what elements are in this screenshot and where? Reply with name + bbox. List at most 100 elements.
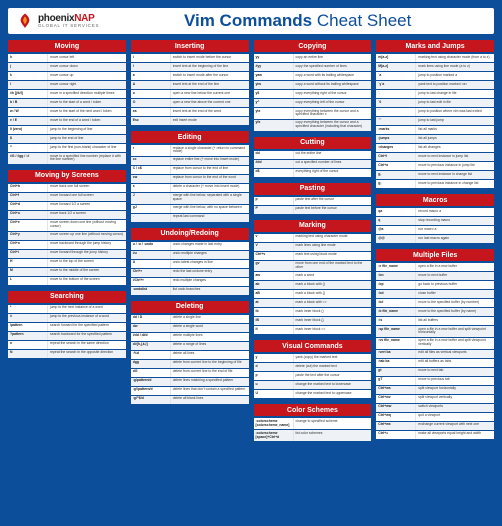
table-row: Vmark lines using line mode [254,243,372,251]
command-key: gJ [131,205,171,213]
phoenix-icon [16,12,34,30]
section-heading: Moving [8,40,126,52]
command-key: Ctrl+wq [376,413,416,421]
command-desc: mark a block with {} [294,290,372,298]
table-row: yiwcopy a word without its trailing whit… [254,81,372,89]
command-key: dw [131,324,171,332]
section: Editingrreplace a single character (+ re… [131,131,249,223]
command-key: `y`a [376,81,416,89]
table-row: #yycopy the specified number of lines [254,63,372,71]
command-desc: list all changes [416,144,494,152]
table-row: :g/pattern/ddelete lines matching a spec… [131,378,249,386]
table-row: Ctrl+vmark text using block mode [254,252,372,260]
table-row: @arun macro a [376,226,494,234]
command-key: #yy [254,63,294,71]
command-key: :bd [376,290,416,298]
command-key: s [131,184,171,192]
section: Searching*jump to the next instance of a… [8,291,126,359]
command-key: /pattern [8,323,48,331]
command-desc: switch to insert mode after the cursor [171,72,249,80]
command-key: at [254,299,294,307]
command-key: yaw [254,72,294,80]
table-row: Nrepeat the search in the opposite direc… [8,350,126,358]
table-row: :g/^$/ddelete all blank lines [131,396,249,404]
command-key: Ctrl+ws [376,386,416,394]
command-desc: cut the entire line [294,151,372,159]
section-heading: Color Schemes [254,404,372,416]
command-key: :tab ba [376,359,416,367]
table-row: #jump to the previous instance of a word [8,314,126,322]
command-desc: open a new line below the current one [171,90,249,98]
command-desc: list all buffers [416,317,494,325]
section: Color Schemes:colorscheme [colorscheme_n… [254,404,372,442]
table-row: Escexit insert mode [131,117,249,125]
command-desc: move to the start of a word / token [48,99,126,107]
command-desc: move to previous instance in jump list [416,162,494,170]
table-row: Uchange the marked text to uppercase [254,390,372,398]
command-desc: list all jumps [416,135,494,143]
table-row: ytxcopy everything between the cursor an… [254,108,372,119]
command-key: Ctrl+r [131,269,171,277]
section-heading: Inserting [131,40,249,52]
command-key: it [254,326,294,334]
table-row: :e file_nameopen a file in a new buffer [376,263,494,271]
command-desc: delete a single word [171,324,249,332]
command-key: m[a-z] [376,54,416,62]
command-desc: open a file in a new buffer [416,263,494,271]
table-row: Ctrl+wqquit a viewport [376,413,494,421]
table-row: /patternsearch forward for the specified… [8,323,126,331]
table-row: m[a-z]marking text using character mode … [376,54,494,62]
command-key: Esc [131,117,171,125]
command-desc: copy an entire line [294,54,372,62]
table-row: Ctrl+bmove back one full screen [8,184,126,192]
command-key: l [8,81,48,89]
table-row: gJmerge with line below, with no space b… [131,205,249,213]
command-desc: move forward 1/2 a screen [48,202,126,210]
command-desc: mark text using block mode [294,252,372,260]
command-key: :vs file_name [376,338,416,349]
table-row: #Ctrl+rredo multiple changes [131,278,249,286]
section: Moving by ScreensCtrl+bmove back one ful… [8,170,126,286]
command-desc: mark lines using line mode [294,243,372,251]
command-desc: merge with line below, with no space bet… [171,205,249,213]
table-row: sdelete a character (+ move into insert … [131,184,249,192]
command-key: y [254,354,294,362]
command-desc: move cursor right [48,81,126,89]
table-row: :%ddelete all lines [131,351,249,359]
table-row: :undolistlist undo branches [131,287,249,295]
command-key: cw [131,175,171,183]
command-key: Ctrl+y [8,232,48,240]
table-row: 0 (zero)jump to the beginning of line [8,126,126,134]
table-row: ?patternsearch backward for the specifie… [8,332,126,340]
command-desc: yank text to position marked >a> [416,81,494,89]
section: Multiple Files:e file_nameopen a file in… [376,249,494,440]
table-row: :vert baedit all files as vertical viewp… [376,350,494,358]
command-desc: repeat last command [171,214,249,222]
command-key: h [8,54,48,62]
table-row: oopen a new line below the current one [131,90,249,98]
command-key: N [8,350,48,358]
command-key: w / W [8,108,48,116]
command-desc: move to the specified buffer (by number) [416,299,494,307]
table-row: :bnmove to next buffer [376,272,494,280]
table-row: u / :u / :undoundo changes made in last … [131,242,249,250]
command-key: #u [131,251,171,259]
command-key: . [131,214,171,222]
command-key: :sp file_name [376,326,416,337]
command-key: Ctrl+= [376,431,416,439]
command-desc: move backward through the jump history [48,241,126,249]
command-key: a [131,72,171,80]
table-row: ddelete (cut) the marked text [254,363,372,371]
command-desc: undo changes made in last entry [171,242,249,250]
command-key: #G / #gg / :# [8,153,48,164]
command-key: Ctrl+e [8,220,48,231]
command-key: `. [376,90,416,98]
command-key: Ctrl+f [8,193,48,201]
command-desc: insert text at the end of the word [171,108,249,116]
table-row: `y`ayank text to position marked >a> [376,81,494,89]
table-row: iswitch to insert mode before the cursor [131,54,249,62]
command-desc: mark inner block <> [294,326,372,334]
command-key: o [131,90,171,98]
command-key: O [131,99,171,107]
command-desc: move screen up one line (without moving … [48,232,126,240]
